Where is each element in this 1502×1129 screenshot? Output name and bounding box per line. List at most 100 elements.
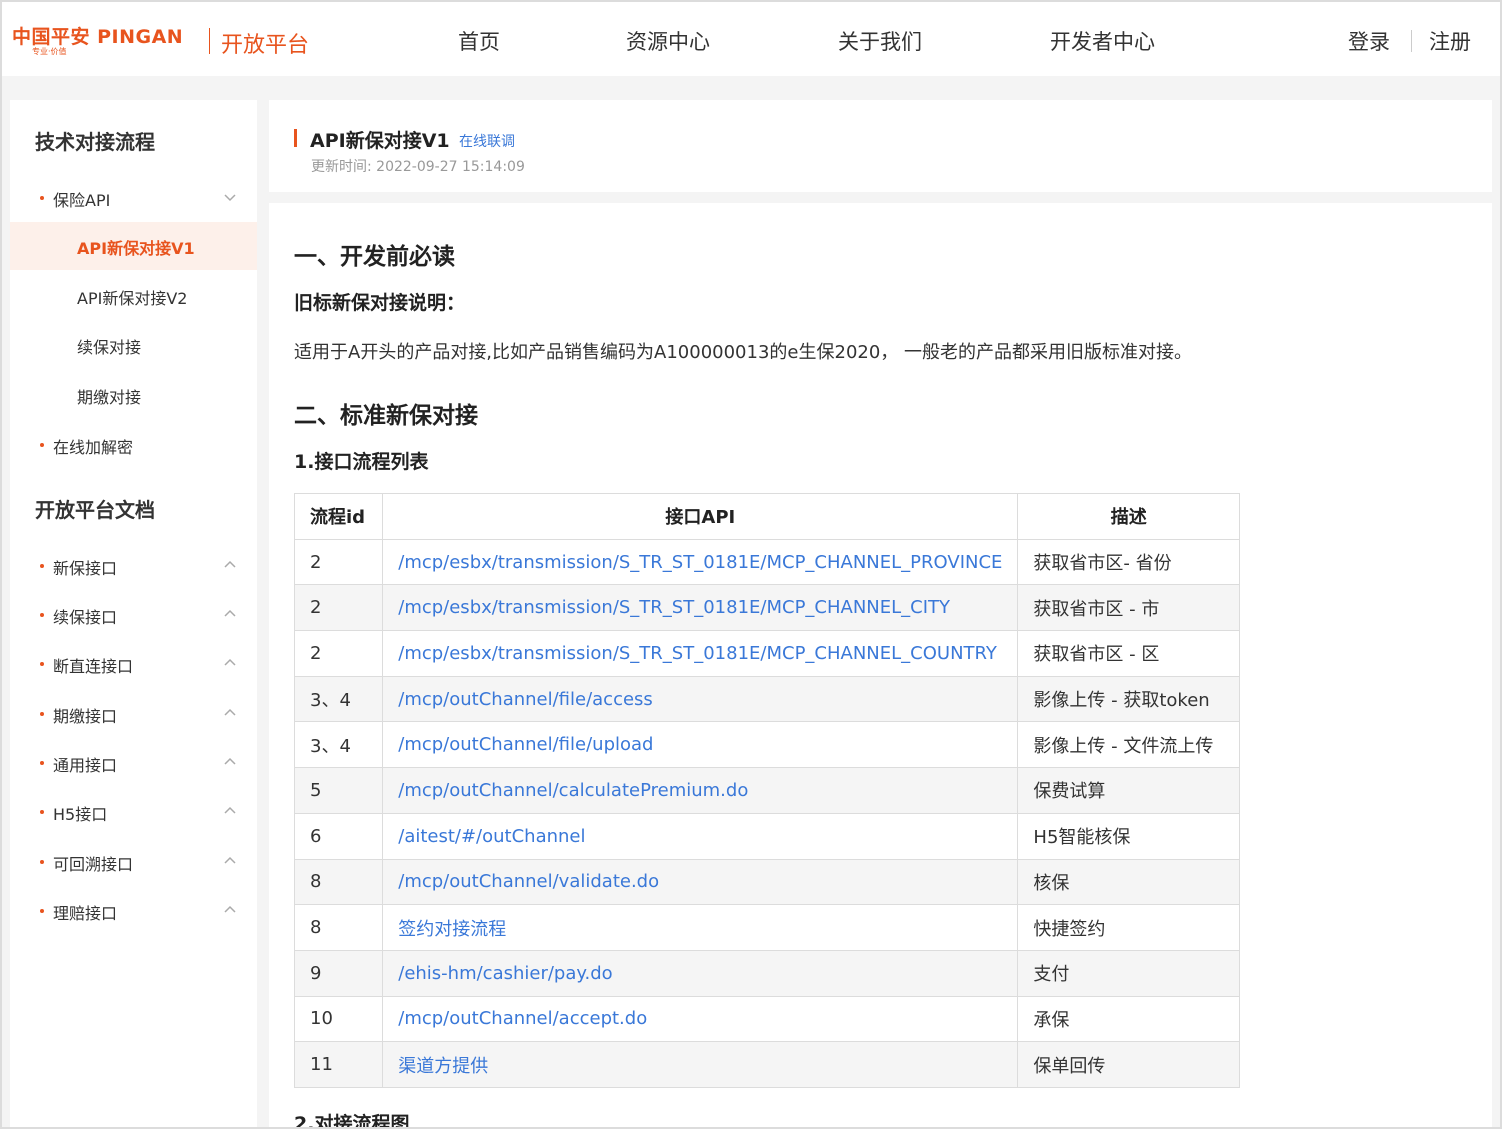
table-row: 2/mcp/esbx/transmission/S_TR_ST_0181E/MC… [293,538,1240,586]
title-accent-bar [294,129,297,147]
sidebar-item-renewal[interactable]: 续保对接 [10,321,257,369]
sidebar-item-api-v1[interactable]: API新保对接V1 [10,222,257,270]
column-header-description: 描述 [1017,493,1240,540]
update-time: 更新时间: 2022-09-27 15:14:09 [311,159,525,175]
cell-description: 快捷签约 [1017,904,1240,951]
sidebar-group-label: 续保接口 [53,608,118,627]
sub-heading-api-list: 1.接口流程列表 [294,451,429,473]
bullet-dot [40,909,44,913]
cell-description: H5智能核保 [1017,812,1240,860]
bullet-dot [40,761,44,765]
table-row: 11 渠道方提供 保单回传 [293,1041,1240,1088]
sidebar-group-common[interactable]: 通用接口 [10,742,257,782]
table-row: 3、4/mcp/outChannel/file/upload 影像上传 - 文件流… [293,721,1240,769]
cell-api-link[interactable]: /mcp/outChannel/calculatePremium.do [382,767,1019,814]
cell-api-link[interactable]: /mcp/outChannel/file/upload [382,721,1019,769]
sidebar-group-label: H5接口 [53,805,108,824]
pingan-logo[interactable]: 中国平安 PINGAN 专业·价值 [12,22,202,62]
cell-description: 保单回传 [1017,1041,1240,1088]
chevron-up-icon [224,658,236,666]
auth-divider [1411,30,1412,52]
online-debug-link[interactable]: 在线联调 [459,131,515,151]
sidebar-group-label: 通用接口 [53,756,118,775]
cell-api-link[interactable]: /mcp/outChannel/validate.do [382,858,1019,906]
chevron-up-icon [224,708,236,716]
bullet-dot [40,662,44,666]
cell-api-link[interactable]: /mcp/esbx/transmission/S_TR_ST_0181E/MCP… [382,584,1019,632]
cell-api-link[interactable]: /ehis-hm/cashier/pay.do [382,949,1019,997]
cell-api-link[interactable]: /mcp/outChannel/accept.do [382,995,1019,1043]
cell-description: 获取省市区- 省份 [1017,538,1240,586]
sidebar: 技术对接流程 保险API API新保对接V1 API新保对接V2 续保对接 期缴… [10,100,257,1129]
section-heading-standard: 二、标准新保对接 [294,403,478,429]
sidebar-group-label: 保险API [53,191,111,210]
sidebar-group-online-crypto[interactable]: 在线加解密 [10,424,257,464]
chevron-up-icon [224,609,236,617]
cell-api-link[interactable]: /aitest/#/outChannel [382,812,1019,860]
cell-description: 获取省市区 - 市 [1017,584,1240,632]
cell-flow-id: 9 [293,949,384,997]
cell-api-link[interactable]: 签约对接流程 [382,904,1019,951]
bullet-dot [40,613,44,617]
sidebar-section-docs: 开放平台文档 [35,498,155,522]
bullet-dot [40,443,44,447]
table-row: 5/mcp/outChannel/calculatePremium.do 保费试算 [293,767,1240,814]
cell-description: 保费试算 [1017,767,1240,814]
table-row: 8/mcp/outChannel/validate.do 核保 [293,858,1240,906]
nav-about-us[interactable]: 关于我们 [838,26,922,56]
table-row: 2/mcp/esbx/transmission/S_TR_ST_0181E/MC… [293,584,1240,632]
nav-developer-center[interactable]: 开发者中心 [1050,26,1155,56]
sidebar-group-direct-connect[interactable]: 断直连接口 [10,643,257,683]
table-row: 10/mcp/outChannel/accept.do 承保 [293,995,1240,1043]
sidebar-group-installment[interactable]: 期缴接口 [10,693,257,733]
table-row: 6/aitest/#/outChannel H5智能核保 [293,812,1240,860]
nav-home[interactable]: 首页 [458,26,500,56]
cell-description: 影像上传 - 获取token [1017,675,1240,723]
cell-api-link[interactable]: /mcp/esbx/transmission/S_TR_ST_0181E/MCP… [382,538,1019,586]
cell-api-link[interactable]: /mcp/esbx/transmission/S_TR_ST_0181E/MCP… [382,630,1019,677]
table-row: 2/mcp/esbx/transmission/S_TR_ST_0181E/MC… [293,630,1240,677]
cell-api-link[interactable]: 渠道方提供 [382,1041,1019,1088]
sidebar-group-claims[interactable]: 理赔接口 [10,890,257,930]
chevron-up-icon [224,806,236,814]
platform-title[interactable]: 开放平台 [221,27,309,59]
register-link[interactable]: 注册 [1429,26,1471,56]
table-row: 3、4/mcp/outChannel/file/access 影像上传 - 获取t… [293,675,1240,723]
cell-flow-id: 3、4 [293,675,384,723]
cell-flow-id: 2 [293,630,384,677]
sidebar-item-api-v2[interactable]: API新保对接V2 [10,272,257,320]
cell-flow-id: 10 [293,995,384,1043]
cell-description: 承保 [1017,995,1240,1043]
login-link[interactable]: 登录 [1348,26,1390,56]
sidebar-group-label: 可回溯接口 [53,855,134,874]
chevron-up-icon [224,905,236,913]
cell-description: 核保 [1017,858,1240,906]
sidebar-section-tech-flow: 技术对接流程 [35,130,155,154]
cell-description: 获取省市区 - 区 [1017,630,1240,677]
sidebar-group-label: 断直连接口 [53,657,134,676]
sub-heading-flow-diagram: 2.对接流程图 [294,1113,410,1129]
nav-resource-center[interactable]: 资源中心 [626,26,710,56]
bullet-dot [40,564,44,568]
sidebar-item-label: 续保对接 [77,338,142,357]
cell-flow-id: 8 [293,904,384,951]
sidebar-group-insurance-api[interactable]: 保险API [10,177,257,217]
sidebar-group-renewal[interactable]: 续保接口 [10,594,257,634]
chevron-up-icon [224,856,236,864]
sidebar-group-traceable[interactable]: 可回溯接口 [10,841,257,881]
bullet-dot [40,860,44,864]
logo-text: 中国平安 PINGAN [12,26,184,48]
cell-flow-id: 6 [293,812,384,860]
sidebar-group-h5[interactable]: H5接口 [10,791,257,831]
sidebar-item-installment[interactable]: 期缴对接 [10,371,257,419]
sidebar-group-new-insurance[interactable]: 新保接口 [10,545,257,585]
cell-api-link[interactable]: /mcp/outChannel/file/access [382,675,1019,723]
top-header: 中国平安 PINGAN 专业·价值 开放平台 首页 资源中心 关于我们 开发者中… [2,2,1500,76]
logo-subtext: 专业·价值 [32,47,67,56]
sidebar-group-label: 理赔接口 [53,904,118,923]
cell-flow-id: 5 [293,767,384,814]
table-header-row: 流程id 接口API 描述 [293,493,1240,540]
sidebar-group-label: 期缴接口 [53,707,118,726]
sidebar-group-label: 在线加解密 [53,438,134,457]
cell-description: 影像上传 - 文件流上传 [1017,721,1240,769]
